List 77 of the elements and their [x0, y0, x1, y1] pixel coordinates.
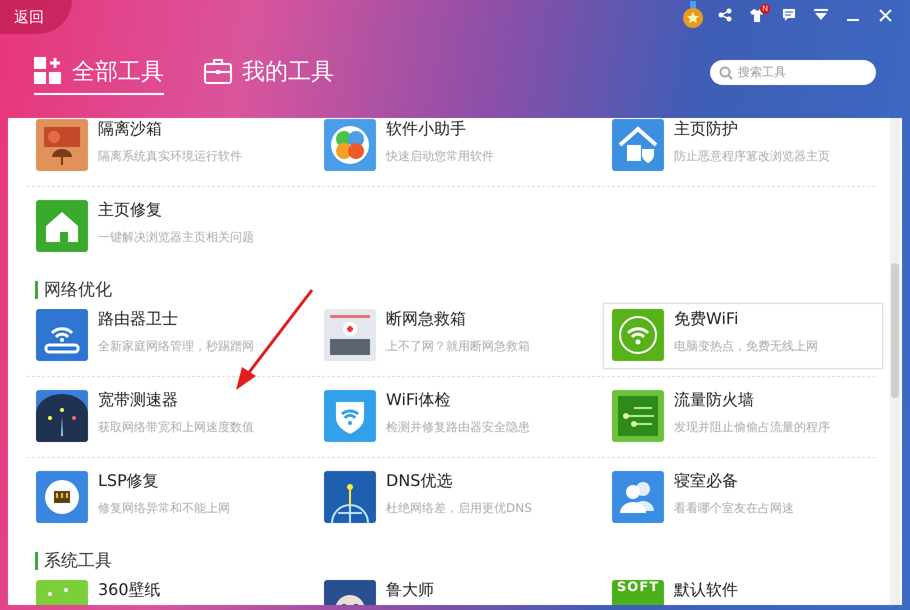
tool-item[interactable]: 流量防火墙 发现并阻止偷偷占流量的程序 [603, 389, 831, 445]
tool-title: 寝室必备 [674, 471, 739, 492]
minimize-icon [847, 18, 859, 20]
tool-description: 获取网络带宽和上网速度数值 [98, 419, 254, 436]
tool-item[interactable]: SOFT 默认软件 [603, 579, 739, 605]
tool-title: 默认软件 [674, 580, 738, 601]
tool-item[interactable]: 360壁纸 [27, 579, 162, 605]
medal-icon [682, 1, 704, 29]
share-icon [718, 8, 732, 22]
tool-description: 隔离系统真实环境运行软件 [98, 148, 242, 165]
tool-title: 流量防火墙 [674, 390, 755, 411]
tool-title: 主页防护 [674, 119, 739, 140]
tool-description: 一键解决浏览器主页相关问题 [98, 229, 254, 246]
tool-title: 软件小助手 [386, 119, 467, 140]
tool-tab[interactable]: 我的工具 [204, 50, 334, 94]
tool-icon: SOFT [612, 580, 664, 605]
tool-description: 上不了网？就用断网急救箱 [386, 338, 530, 355]
section-title: 网络优化 [35, 281, 112, 299]
tool-item[interactable]: 宽带测速器 获取网络带宽和上网速度数值 [27, 389, 255, 445]
search-icon [719, 66, 733, 80]
tool-description: 修复网络异常和不能上网 [98, 500, 230, 517]
tool-description: 快速启动您常用软件 [386, 148, 494, 165]
tool-title: 宽带测速器 [98, 390, 179, 411]
shirt-button[interactable]: N [742, 0, 772, 30]
scrollbar[interactable] [890, 118, 900, 605]
tool-item[interactable]: 免费WiFi 电脑变热点，免费无线上网 [603, 303, 883, 369]
tool-item[interactable]: 路由器卫士 全新家庭网络管理，秒踢蹭网 [27, 308, 255, 364]
search-field[interactable]: 搜索工具 [710, 60, 876, 84]
briefcase-icon [204, 58, 232, 84]
notification-badge: N [760, 4, 770, 14]
tool-icon [612, 309, 664, 361]
tool-description: 全新家庭网络管理，秒踢蹭网 [98, 338, 254, 355]
dropdown-icon [814, 9, 828, 21]
tool-icon [324, 390, 376, 442]
tool-title: WiFi体检 [386, 390, 452, 411]
section-title: 系统工具 [35, 552, 112, 570]
tool-title: DNS优选 [386, 471, 454, 492]
tool-item[interactable]: 软件小助手 快速启动您常用软件 [315, 118, 495, 174]
tool-item[interactable]: 隔离沙箱 隔离系统真实环境运行软件 [27, 118, 243, 174]
tool-title: 免费WiFi [674, 309, 740, 330]
tool-icon [36, 390, 88, 442]
tool-description: 防止恶意程序篡改浏览器主页 [674, 148, 830, 165]
tool-title: 断网急救箱 [386, 309, 467, 330]
tool-icon [36, 471, 88, 523]
tool-description: 检测并修复路由器安全隐患 [386, 419, 530, 436]
back-button[interactable]: 返回 [0, 0, 72, 34]
tool-icon [36, 200, 88, 252]
tool-tab[interactable]: 全部工具 [34, 50, 164, 94]
tool-description: 电脑变热点，免费无线上网 [674, 338, 818, 355]
tool-description: 发现并阻止偷偷占流量的程序 [674, 419, 830, 436]
tool-item[interactable]: 断网急救箱 上不了网？就用断网急救箱 [315, 308, 531, 364]
tool-item[interactable]: 主页防护 防止恶意程序篡改浏览器主页 [603, 118, 831, 174]
tool-title: 主页修复 [98, 200, 163, 221]
tool-icon [612, 390, 664, 442]
tool-icon [36, 309, 88, 361]
tool-item[interactable]: DNS优选 杜绝网络差，启用更优DNS [315, 470, 533, 526]
tool-item[interactable]: WiFi体检 检测并修复路由器安全隐患 [315, 389, 531, 445]
tool-title: 隔离沙箱 [98, 119, 163, 140]
grid-icon [34, 57, 62, 85]
shirt-icon [750, 8, 764, 22]
tool-icon [36, 119, 88, 171]
close-icon [878, 8, 892, 22]
tool-description: 看看哪个室友在占网速 [674, 500, 794, 517]
tool-title: 360壁纸 [98, 580, 161, 601]
tool-icon [612, 471, 664, 523]
tool-item[interactable]: 寝室必备 看看哪个室友在占网速 [603, 470, 795, 526]
tool-title: LSP修复 [98, 471, 160, 492]
tool-title: 鲁大师 [386, 580, 434, 601]
tool-item[interactable]: 主页修复 一键解决浏览器主页相关问题 [27, 199, 255, 255]
scrollbar-thumb[interactable] [891, 263, 899, 398]
tool-icon [324, 309, 376, 361]
tool-item[interactable]: 鲁大师 [315, 579, 435, 605]
message-icon [782, 8, 796, 22]
tool-title: 路由器卫士 [98, 309, 179, 330]
tool-icon [324, 471, 376, 523]
tool-description: 杜绝网络差，启用更优DNS [386, 500, 532, 517]
tool-item[interactable]: LSP修复 修复网络异常和不能上网 [27, 470, 231, 526]
